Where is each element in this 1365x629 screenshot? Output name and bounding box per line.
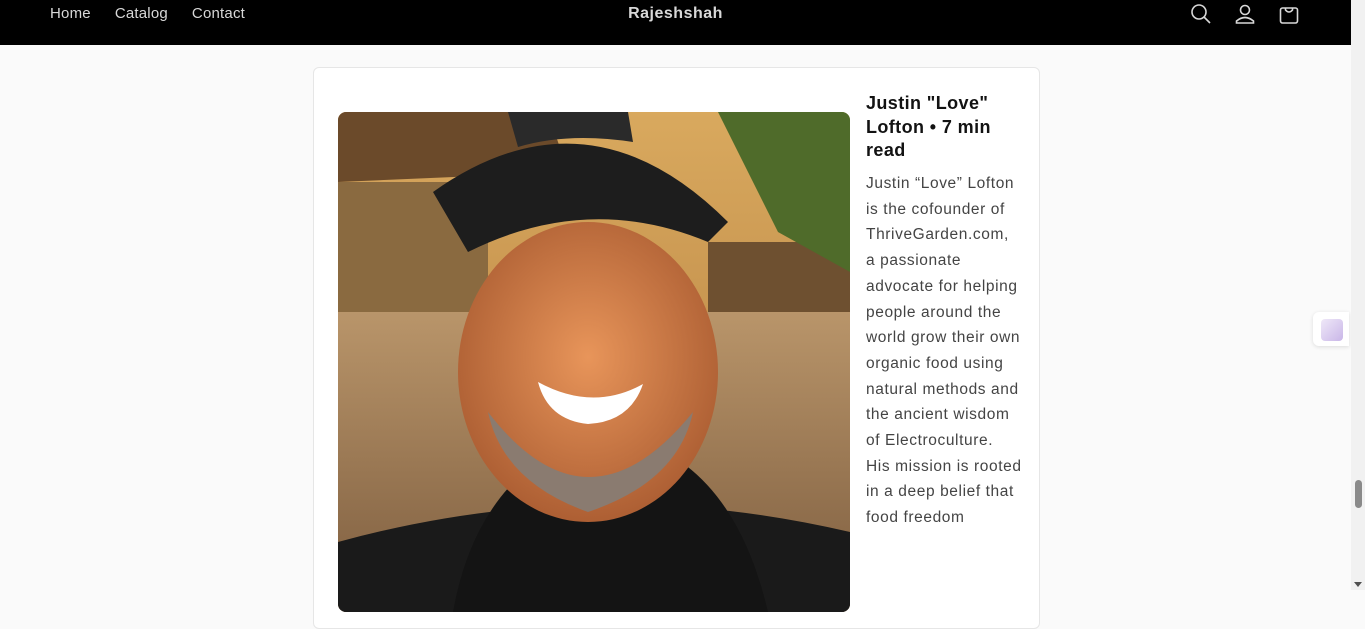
- article-title: Justin "Love" Lofton • 7 min read: [866, 93, 991, 160]
- site-brand[interactable]: Rajeshshah: [0, 5, 1351, 23]
- article-bio: Justin “Love” Lofton is the cofounder of…: [866, 175, 1022, 527]
- site-header: Home Catalog Contact Rajeshshah: [0, 0, 1351, 45]
- scrollbar-thumb[interactable]: [1355, 480, 1362, 508]
- header-icons: [1189, 2, 1301, 26]
- article-card: Justin "Love" Lofton • 7 min read Justin…: [313, 67, 1040, 629]
- search-icon[interactable]: [1189, 2, 1213, 26]
- account-icon[interactable]: [1233, 2, 1257, 26]
- widget-icon: [1321, 319, 1343, 341]
- cart-icon[interactable]: [1277, 2, 1301, 26]
- page-scrollbar[interactable]: [1351, 0, 1365, 590]
- scroll-down-icon[interactable]: [1354, 582, 1362, 587]
- author-photo: [338, 112, 850, 612]
- floating-widget-button[interactable]: [1313, 312, 1349, 346]
